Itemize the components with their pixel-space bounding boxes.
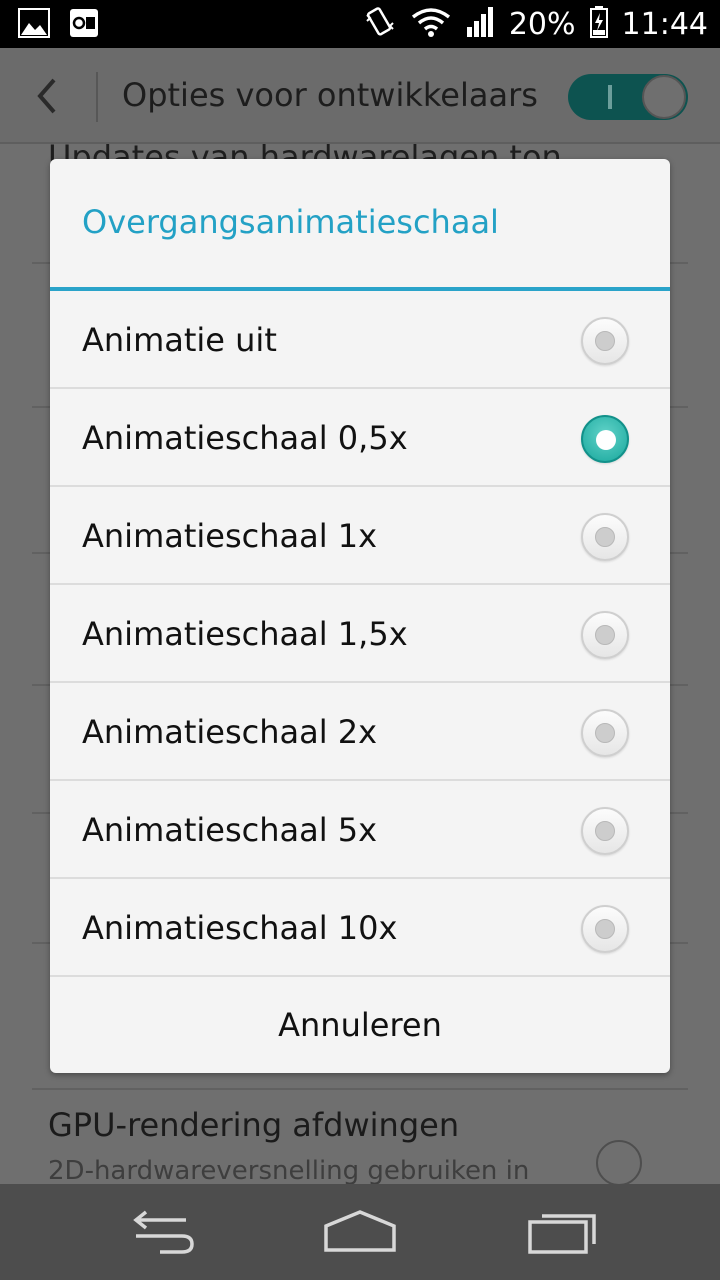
- option-label: Animatie uit: [82, 321, 277, 359]
- radio-dot: [595, 331, 615, 351]
- option-scale-5x[interactable]: Animatieschaal 5x: [50, 781, 670, 879]
- option-label: Animatieschaal 5x: [82, 811, 378, 849]
- app-bar: Opties voor ontwikkelaars: [0, 48, 720, 144]
- option-scale-1x[interactable]: Animatieschaal 1x: [50, 487, 670, 585]
- option-scale-1-5x[interactable]: Animatieschaal 1,5x: [50, 585, 670, 683]
- option-scale-2x[interactable]: Animatieschaal 2x: [50, 683, 670, 781]
- radio-dot: [595, 625, 615, 645]
- option-label: Animatieschaal 1,5x: [82, 615, 408, 653]
- cancel-label: Annuleren: [278, 1006, 442, 1044]
- option-scale-0-5x[interactable]: Animatieschaal 0,5x: [50, 389, 670, 487]
- option-label: Animatieschaal 1x: [82, 517, 378, 555]
- divider: [32, 1088, 688, 1090]
- clock: 11:44: [621, 6, 708, 42]
- radio-button[interactable]: [581, 611, 629, 659]
- gpu-rendering-subtitle: 2D-hardwareversnelling gebruiken in: [48, 1156, 530, 1184]
- radio-button-selected[interactable]: [581, 415, 629, 463]
- option-animation-off[interactable]: Animatie uit: [50, 291, 670, 389]
- radio-button[interactable]: [581, 905, 629, 953]
- option-label: Animatieschaal 0,5x: [82, 419, 408, 457]
- radio-button[interactable]: [581, 317, 629, 365]
- gpu-rendering-checkbox[interactable]: [596, 1140, 642, 1184]
- home-icon[interactable]: [320, 1206, 400, 1258]
- cancel-button[interactable]: Annuleren: [50, 977, 670, 1073]
- battery-percent: 20%: [508, 6, 576, 42]
- radio-dot: [595, 821, 615, 841]
- option-label: Animatieschaal 10x: [82, 909, 398, 947]
- toggle-knob: [642, 75, 686, 119]
- navigation-bar: [0, 1184, 720, 1280]
- battery-charging-icon: [589, 6, 608, 42]
- radio-dot: [595, 527, 615, 547]
- page-title: Opties voor ontwikkelaars: [122, 76, 538, 114]
- wifi-icon: [411, 7, 451, 41]
- gpu-rendering-title: GPU-rendering afdwingen: [48, 1106, 460, 1144]
- radio-button[interactable]: [581, 709, 629, 757]
- animation-scale-dialog: Overgangsanimatieschaal Animatie uit Ani…: [50, 159, 670, 1073]
- toggle-on-mark: [608, 85, 612, 109]
- options-list: Animatie uit Animatieschaal 0,5x Animati…: [50, 291, 670, 977]
- dialog-title: Overgangsanimatieschaal: [82, 203, 499, 241]
- radio-dot: [595, 919, 615, 939]
- radio-dot: [596, 430, 616, 450]
- developer-options-toggle[interactable]: [568, 74, 688, 120]
- radio-dot: [595, 723, 615, 743]
- recent-apps-icon[interactable]: [522, 1206, 602, 1258]
- back-arrow-icon[interactable]: [28, 76, 68, 116]
- option-label: Animatieschaal 2x: [82, 713, 378, 751]
- outlook-icon: [70, 9, 98, 41]
- vibrate-icon: [363, 5, 397, 43]
- signal-icon: [465, 7, 495, 41]
- radio-button[interactable]: [581, 513, 629, 561]
- gallery-icon: [18, 8, 50, 42]
- app-bar-divider: [96, 72, 98, 122]
- status-bar: 20% 11:44: [0, 0, 720, 48]
- back-icon[interactable]: [120, 1206, 200, 1258]
- option-scale-10x[interactable]: Animatieschaal 10x: [50, 879, 670, 977]
- radio-button[interactable]: [581, 807, 629, 855]
